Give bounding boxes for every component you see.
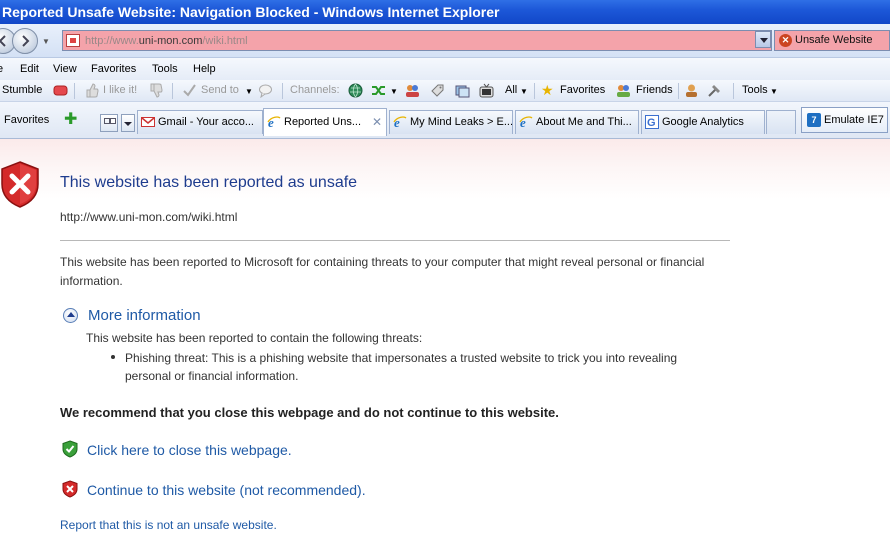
toolbar-separator [678, 83, 679, 99]
unsafe-website-badge[interactable]: ✕ Unsafe Website [774, 30, 890, 51]
google-icon: G [645, 115, 659, 129]
su-tools-button[interactable]: Tools [742, 84, 768, 96]
forward-arrow-icon [22, 35, 30, 47]
tab-google-analytics[interactable]: G Google Analytics [641, 110, 765, 134]
tab-label: Google Analytics [662, 116, 744, 128]
tab-list-dropdown[interactable] [121, 114, 135, 132]
threat-intro: This website has been reported to contai… [86, 331, 423, 345]
send-to-icon[interactable] [182, 83, 197, 98]
shuffle-dropdown-icon[interactable]: ▼ [390, 87, 398, 96]
emulate-ie7-icon: 7 [807, 113, 821, 127]
su-favorites-button[interactable]: Favorites [560, 84, 605, 96]
stumble-logo-icon[interactable] [53, 83, 68, 98]
menu-file[interactable]: e [0, 63, 3, 75]
tab-gmail[interactable]: Gmail - Your acco... [137, 110, 263, 134]
red-shield-x-icon [1, 161, 39, 208]
page-favicon-icon [66, 34, 80, 47]
thumbs-down-icon[interactable] [148, 83, 163, 98]
send-to-button[interactable]: Send to [201, 84, 239, 96]
phishing-threat-text: Phishing threat: This is a phishing webs… [125, 351, 678, 383]
menu-edit[interactable]: Edit [20, 63, 39, 75]
favorites-center-button[interactable]: Favorites [4, 114, 49, 126]
recommendation: We recommend that you close this webpage… [60, 405, 559, 420]
collapse-chevron-icon[interactable] [63, 308, 78, 323]
quick-tabs-icon[interactable] [100, 114, 118, 132]
tab-my-mind-leaks[interactable]: e My Mind Leaks > E... [389, 110, 513, 134]
green-shield-check-icon [62, 440, 78, 458]
report-not-unsafe-link[interactable]: Report that this is not an unsafe websit… [60, 518, 277, 532]
stumble-button[interactable]: Stumble [2, 84, 42, 96]
back-arrow-icon [0, 35, 6, 47]
comment-icon[interactable] [258, 83, 273, 98]
close-tab-icon[interactable]: ✕ [372, 109, 382, 135]
window-title: Reported Unsafe Website: Navigation Bloc… [0, 0, 890, 24]
more-information-link[interactable]: More information [88, 307, 201, 324]
tag-icon[interactable] [430, 83, 445, 98]
gmail-icon [141, 117, 155, 127]
toolbar-separator [282, 83, 283, 99]
emulate-ie7-button[interactable]: 7 Emulate IE7 [801, 107, 888, 133]
hammer-tools-icon[interactable] [707, 83, 722, 98]
menu-tools[interactable]: Tools [152, 63, 178, 75]
ie-icon: e [519, 115, 533, 129]
friends-channel-icon[interactable] [405, 83, 420, 98]
tab-reported-unsafe[interactable]: e Reported Uns... ✕ [263, 108, 387, 136]
page-title: This website has been reported as unsafe [60, 174, 358, 191]
continue-to-website-link[interactable]: Continue to this website (not recommende… [87, 482, 366, 498]
photos-icon[interactable] [455, 83, 470, 98]
address-url[interactable]: http://www.uni-mon.com/wiki.html [85, 35, 248, 47]
menu-help[interactable]: Help [193, 63, 216, 75]
divider [60, 240, 730, 241]
warning-description: This website has been reported to Micros… [60, 255, 705, 288]
stumble-toolbar: Stumble I like it! Send to ▼ Channels: ▼… [0, 80, 890, 102]
toolbar-separator [733, 83, 734, 99]
tab-label: Reported Uns... [284, 116, 362, 128]
thumbs-up-icon[interactable] [84, 83, 99, 98]
channels-label: Channels: [290, 84, 340, 96]
tab-about-me[interactable]: e About Me and Thi... [515, 110, 639, 134]
globe-icon[interactable] [348, 83, 363, 98]
toolbar-separator [534, 83, 535, 99]
ie-icon: e [267, 115, 281, 129]
toolbar-separator [74, 83, 75, 99]
all-channels-button[interactable]: All [505, 84, 517, 96]
bullet [111, 355, 115, 359]
tab-label: My Mind Leaks > E... [410, 116, 513, 128]
send-to-dropdown-icon[interactable]: ▼ [245, 87, 253, 96]
friends-icon[interactable] [616, 83, 631, 98]
ie-icon: e [393, 115, 407, 129]
forward-button[interactable] [12, 28, 38, 54]
tab-label: About Me and Thi... [536, 116, 632, 128]
tab-label: Gmail - Your acco... [158, 116, 254, 128]
menu-view[interactable]: View [53, 63, 77, 75]
svg-text:G: G [647, 117, 656, 129]
recent-pages-dropdown-icon[interactable]: ▼ [42, 37, 50, 46]
add-favorite-icon[interactable]: ✚ [64, 112, 77, 128]
menu-favorites[interactable]: Favorites [91, 63, 136, 75]
video-tv-icon[interactable] [479, 83, 494, 98]
menu-bar: e Edit View Favorites Tools Help [0, 58, 890, 80]
new-tab-button[interactable] [766, 110, 796, 134]
tools-dropdown-icon[interactable]: ▼ [770, 87, 778, 96]
address-dropdown-button[interactable] [755, 31, 771, 48]
profile-icon[interactable] [684, 83, 699, 98]
blocked-page-content: This website has been reported as unsafe… [0, 139, 890, 547]
all-dropdown-icon[interactable]: ▼ [520, 87, 528, 96]
friends-button[interactable]: Friends [636, 84, 673, 96]
address-bar[interactable]: http://www.uni-mon.com/wiki.html [62, 30, 772, 51]
like-it-button[interactable]: I like it! [103, 84, 137, 96]
favorites-star-icon[interactable]: ★ [541, 82, 554, 99]
shuffle-icon[interactable] [371, 83, 386, 98]
blocked-url: http://www.uni-mon.com/wiki.html [60, 210, 238, 224]
close-webpage-link[interactable]: Click here to close this webpage. [87, 442, 292, 458]
toolbar-separator [172, 83, 173, 99]
red-shield-x-small-icon [62, 480, 78, 498]
address-row: ▼ http://www.uni-mon.com/wiki.html ✕ Uns… [0, 24, 890, 58]
unsafe-x-icon: ✕ [779, 34, 792, 47]
